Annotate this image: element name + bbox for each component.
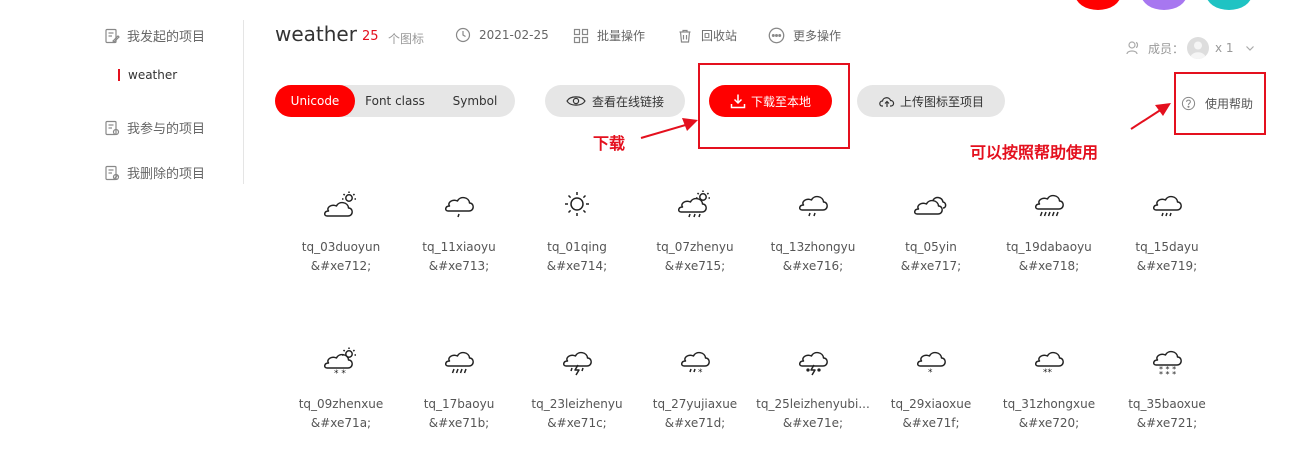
moderate-snow-icon: ** — [1034, 351, 1064, 377]
cloud-sun-snow-icon: * * — [323, 346, 357, 377]
icon-card[interactable]: tq_23leizhenyu &#xe71c; — [518, 343, 636, 430]
icon-card[interactable]: * tq_29xiaoxue &#xe71f; — [872, 343, 990, 430]
icon-card[interactable]: tq_17baoyu &#xe71b; — [400, 343, 518, 430]
cloud-moderate-rain-icon — [798, 195, 828, 217]
icon-code: &#xe713; — [428, 259, 490, 273]
icon-card[interactable]: * * * * * * tq_35baoxue &#xe721; — [1108, 343, 1226, 430]
icon-code: &#xe719; — [1136, 259, 1198, 273]
icon-card[interactable]: tq_13zhongyu &#xe716; — [754, 186, 872, 273]
icon-code: &#xe714; — [546, 259, 608, 273]
svg-text:* *: * * — [334, 369, 346, 377]
light-snow-icon: * — [916, 351, 946, 377]
svg-text:* * *: * * * — [1159, 370, 1176, 377]
icon-name: tq_05yin — [905, 240, 957, 254]
icon-code: &#xe71c; — [547, 416, 607, 430]
icon-code: &#xe71a; — [310, 416, 372, 430]
icon-code: &#xe717; — [900, 259, 962, 273]
cloud-storm-rain-icon — [444, 351, 474, 374]
svg-text:*: * — [698, 368, 703, 377]
cloud-heavy-rain-icon — [1034, 194, 1064, 217]
thunder-rain-icon — [562, 351, 592, 376]
overcast-icon — [913, 196, 947, 215]
icon-code: &#xe721; — [1136, 416, 1198, 430]
cloud-sun-rain-icon — [677, 189, 711, 218]
icon-name: tq_03duoyun — [301, 240, 381, 254]
icon-card[interactable]: tq_05yin &#xe717; — [872, 186, 990, 273]
icon-name: tq_35baoxue — [1128, 397, 1206, 411]
icon-code: &#xe712; — [310, 259, 372, 273]
icon-name: tq_29xiaoxue — [890, 397, 972, 411]
thunder-hail-icon — [798, 351, 828, 376]
icon-code: &#xe71e; — [782, 416, 844, 430]
icon-name: tq_07zhenyu — [656, 240, 734, 254]
icon-code: &#xe716; — [782, 259, 844, 273]
icon-name: tq_25leizhenyubi... — [756, 397, 870, 411]
annotation-arrow-help — [1130, 103, 1171, 130]
icon-card[interactable]: * * tq_09zhenxue &#xe71a; — [282, 343, 400, 430]
icon-name: tq_15dayu — [1135, 240, 1199, 254]
icon-name: tq_27yujiaxue — [652, 397, 738, 411]
icon-card[interactable]: * tq_27yujiaxue &#xe71d; — [636, 343, 754, 430]
icon-name: tq_11xiaoyu — [422, 240, 496, 254]
icon-card[interactable]: tq_07zhenyu &#xe715; — [636, 186, 754, 273]
icon-name: tq_23leizhenyu — [531, 397, 623, 411]
icon-card[interactable]: tq_25leizhenyubi... &#xe71e; — [754, 343, 872, 430]
icon-name: tq_31zhongxue — [1002, 397, 1096, 411]
sleet-icon: * — [680, 351, 710, 377]
icon-code: &#xe718; — [1018, 259, 1080, 273]
cloud-rain-icon — [1152, 195, 1182, 217]
icon-code: &#xe715; — [664, 259, 726, 273]
icon-card[interactable]: tq_01qing &#xe714; — [518, 186, 636, 273]
icon-name: tq_19dabaoyu — [1006, 240, 1092, 254]
icon-name: tq_17baoyu — [423, 397, 495, 411]
icon-card[interactable]: tq_19dabaoyu &#xe718; — [990, 186, 1108, 273]
icon-code: &#xe71d; — [664, 416, 726, 430]
cloud-light-rain-icon — [444, 196, 474, 218]
svg-text:**: ** — [1043, 368, 1053, 377]
blizzard-icon: * * ** * * — [1152, 350, 1182, 377]
icon-code: &#xe71f; — [902, 416, 960, 430]
icon-card[interactable]: ** tq_31zhongxue &#xe720; — [990, 343, 1108, 430]
icon-card[interactable]: tq_03duoyun &#xe712; — [282, 186, 400, 273]
annotation-arrow-download — [640, 118, 698, 139]
sun-icon — [565, 192, 589, 216]
icon-name: tq_09zhenxue — [298, 397, 384, 411]
icon-card[interactable]: tq_11xiaoyu &#xe713; — [400, 186, 518, 273]
icon-code: &#xe720; — [1018, 416, 1080, 430]
icon-name: tq_01qing — [547, 240, 607, 254]
icon-code: &#xe71b; — [428, 416, 490, 430]
cloud-sun-icon — [323, 190, 357, 217]
svg-text:*: * — [928, 368, 933, 377]
icon-name: tq_13zhongyu — [770, 240, 856, 254]
icon-card[interactable]: tq_15dayu &#xe719; — [1108, 186, 1226, 273]
